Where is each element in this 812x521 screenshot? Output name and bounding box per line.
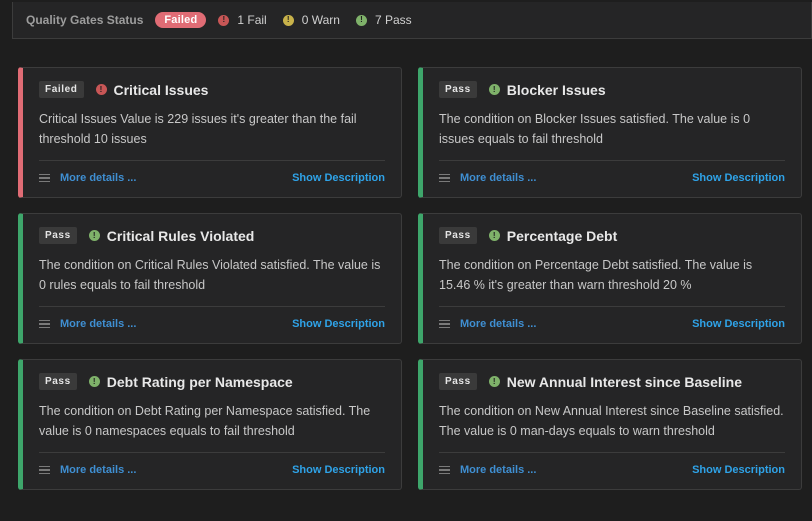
- fail-icon: !: [95, 84, 107, 95]
- card-divider: [39, 452, 385, 453]
- card-footer: More details ... Show Description: [39, 168, 385, 188]
- status-title: Quality Gates Status: [26, 13, 144, 27]
- card-footer: More details ... Show Description: [39, 314, 385, 334]
- card-footer: More details ... Show Description: [439, 168, 785, 188]
- menu-icon: [439, 465, 450, 475]
- pass-icon: !: [488, 230, 500, 241]
- quality-gate-card-debt-rating-per-namespace: Pass ! Debt Rating per Namespace The con…: [18, 359, 402, 490]
- show-description-link[interactable]: Show Description: [692, 172, 785, 184]
- fail-count-label: 1 Fail: [237, 13, 267, 27]
- card-title: Blocker Issues: [506, 81, 606, 98]
- status-tag: Pass: [439, 373, 477, 390]
- status-tag: Failed: [39, 81, 84, 98]
- more-details-link[interactable]: More details ...: [460, 318, 536, 330]
- quality-gate-card-blocker-issues: Pass ! Blocker Issues The condition on B…: [418, 67, 802, 198]
- quality-gate-card-critical-rules-violated: Pass ! Critical Rules Violated The condi…: [18, 213, 402, 344]
- more-details-link[interactable]: More details ...: [60, 318, 136, 330]
- more-details-link[interactable]: More details ...: [60, 464, 136, 476]
- pass-count: ! 7 Pass: [355, 13, 412, 27]
- card-header: Pass ! Percentage Debt: [439, 227, 617, 244]
- card-description: The condition on New Annual Interest sin…: [439, 404, 784, 438]
- card-divider: [39, 306, 385, 307]
- pass-icon: !: [88, 230, 100, 241]
- quality-gates-status-bar: Quality Gates Status Failed ! 1 Fail ! 0…: [12, 2, 812, 39]
- card-footer: More details ... Show Description: [439, 460, 785, 480]
- quality-gate-card-critical-issues: Failed ! Critical Issues Critical Issues…: [18, 67, 402, 198]
- show-description-link[interactable]: Show Description: [292, 172, 385, 184]
- quality-gates-page: Quality Gates Status Failed ! 1 Fail ! 0…: [0, 0, 812, 521]
- card-header: Pass ! Debt Rating per Namespace: [39, 373, 293, 390]
- status-badge: Failed: [155, 12, 207, 28]
- more-details-link[interactable]: More details ...: [60, 172, 136, 184]
- card-description: Critical Issues Value is 229 issues it's…: [39, 112, 357, 146]
- card-divider: [39, 160, 385, 161]
- status-tag: Pass: [39, 373, 77, 390]
- status-tag: Pass: [39, 227, 77, 244]
- more-details-link[interactable]: More details ...: [460, 464, 536, 476]
- card-title: Critical Rules Violated: [106, 227, 255, 244]
- show-description-link[interactable]: Show Description: [692, 464, 785, 476]
- card-divider: [439, 452, 785, 453]
- show-description-link[interactable]: Show Description: [292, 464, 385, 476]
- status-tag: Pass: [439, 227, 477, 244]
- card-description: The condition on Percentage Debt satisfi…: [439, 258, 753, 292]
- card-description: The condition on Debt Rating per Namespa…: [39, 404, 371, 438]
- menu-icon: [39, 319, 50, 329]
- card-description: The condition on Critical Rules Violated…: [39, 258, 381, 292]
- pass-icon: !: [488, 84, 500, 95]
- menu-icon: [39, 465, 50, 475]
- menu-icon: [439, 173, 450, 183]
- quality-gate-card-new-annual-interest: Pass ! New Annual Interest since Baselin…: [418, 359, 802, 490]
- card-title: Debt Rating per Namespace: [106, 373, 293, 390]
- menu-icon: [439, 319, 450, 329]
- card-header: Pass ! Critical Rules Violated: [39, 227, 254, 244]
- show-description-link[interactable]: Show Description: [292, 318, 385, 330]
- fail-count: ! 1 Fail: [218, 13, 267, 27]
- card-title: Critical Issues: [113, 81, 209, 98]
- pass-icon: !: [488, 376, 500, 387]
- quality-gate-card-percentage-debt: Pass ! Percentage Debt The condition on …: [418, 213, 802, 344]
- pass-icon: !: [355, 14, 367, 26]
- card-header: Pass ! New Annual Interest since Baselin…: [439, 373, 742, 390]
- menu-icon: [39, 173, 50, 183]
- card-description: The condition on Blocker Issues satisfie…: [439, 112, 751, 146]
- warn-icon: !: [282, 14, 294, 26]
- fail-icon: !: [218, 14, 230, 26]
- card-footer: More details ... Show Description: [439, 314, 785, 334]
- card-header: Failed ! Critical Issues: [39, 81, 208, 98]
- warn-count: ! 0 Warn: [282, 13, 340, 27]
- card-divider: [439, 306, 785, 307]
- card-title: Percentage Debt: [506, 227, 618, 244]
- card-divider: [439, 160, 785, 161]
- warn-count-label: 0 Warn: [301, 13, 340, 27]
- pass-icon: !: [88, 376, 100, 387]
- more-details-link[interactable]: More details ...: [460, 172, 536, 184]
- pass-count-label: 7 Pass: [374, 13, 412, 27]
- card-header: Pass ! Blocker Issues: [439, 81, 606, 98]
- card-footer: More details ... Show Description: [39, 460, 385, 480]
- show-description-link[interactable]: Show Description: [692, 318, 785, 330]
- status-tag: Pass: [439, 81, 477, 98]
- card-title: New Annual Interest since Baseline: [506, 373, 742, 390]
